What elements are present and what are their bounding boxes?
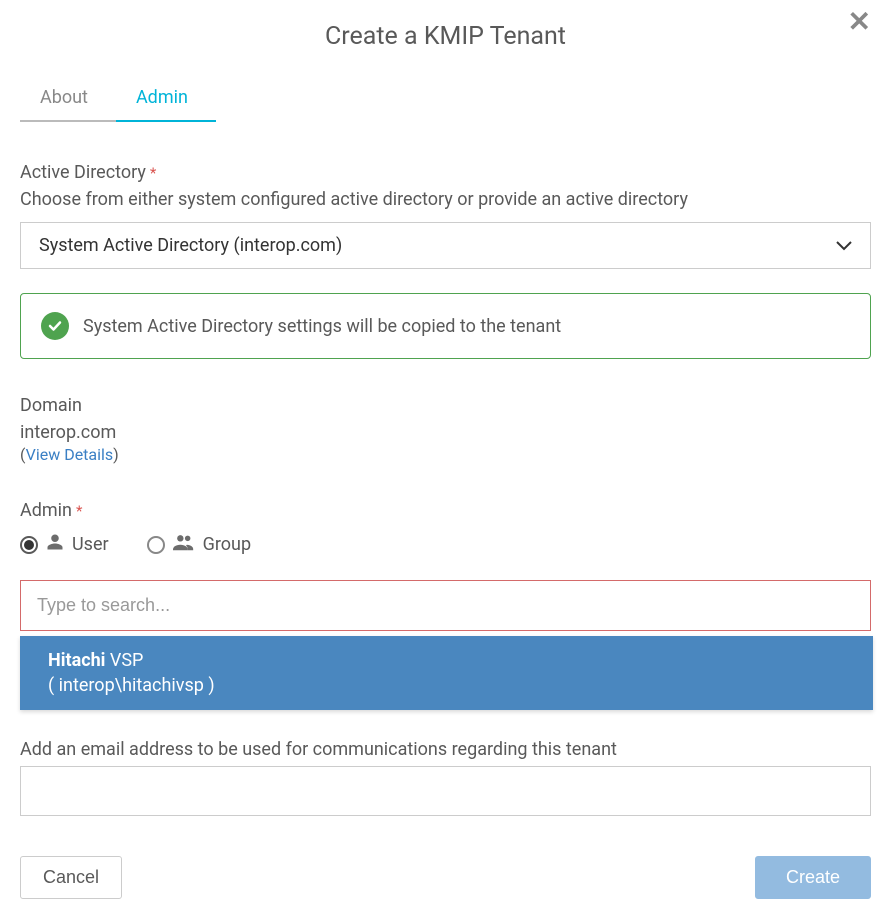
email-section: Add an email address to be used for comm… xyxy=(20,739,871,856)
user-icon xyxy=(46,533,64,556)
radio-user-outer xyxy=(20,536,38,554)
radio-group-label: Group xyxy=(203,534,251,555)
active-directory-label: Active Directory * xyxy=(20,162,871,183)
active-directory-selected: System Active Directory (interop.com) xyxy=(39,235,342,256)
radio-group-outer xyxy=(147,536,165,554)
admin-search-input[interactable] xyxy=(20,580,871,631)
email-input[interactable] xyxy=(20,766,871,816)
suggestion-path: ( interop\hitachivsp ) xyxy=(48,675,845,696)
dialog-title: Create a KMIP Tenant xyxy=(20,22,871,51)
dialog-footer: Cancel Create xyxy=(20,856,871,899)
admin-label-text: Admin xyxy=(20,500,72,521)
domain-value: interop.com xyxy=(20,422,871,443)
domain-label: Domain xyxy=(20,395,871,416)
ad-info-text: System Active Directory settings will be… xyxy=(83,316,561,337)
check-circle-icon xyxy=(41,312,69,340)
suggestion-name: Hitachi VSP xyxy=(48,650,845,671)
email-helper: Add an email address to be used for comm… xyxy=(20,739,871,760)
radio-user[interactable]: User xyxy=(20,533,109,556)
admin-section: Admin * User Group Hitachi VSP ( interop… xyxy=(20,500,871,739)
required-asterisk: * xyxy=(150,164,156,182)
active-directory-label-text: Active Directory xyxy=(20,162,146,183)
ad-info-banner: System Active Directory settings will be… xyxy=(20,293,871,359)
required-asterisk: * xyxy=(76,502,82,520)
cancel-button[interactable]: Cancel xyxy=(20,856,122,899)
radio-group[interactable]: Group xyxy=(147,533,251,556)
dialog-header: Create a KMIP Tenant ✕ xyxy=(20,10,871,77)
radio-user-inner xyxy=(24,540,34,550)
active-directory-select[interactable]: System Active Directory (interop.com) xyxy=(20,222,871,269)
create-button[interactable]: Create xyxy=(755,856,871,899)
tab-about[interactable]: About xyxy=(20,77,116,122)
suggestion-name-match: Hitachi xyxy=(48,650,105,671)
view-details-link[interactable]: View Details xyxy=(26,445,114,464)
admin-field-label: Admin * xyxy=(20,500,871,521)
active-directory-section: Active Directory * Choose from either sy… xyxy=(20,162,871,359)
active-directory-helper: Choose from either system configured act… xyxy=(20,189,871,210)
chevron-down-icon xyxy=(836,236,852,255)
radio-user-label: User xyxy=(72,534,109,555)
close-icon[interactable]: ✕ xyxy=(848,8,871,36)
admin-suggestion-item[interactable]: Hitachi VSP ( interop\hitachivsp ) xyxy=(20,636,873,710)
group-icon xyxy=(173,533,195,556)
tab-admin[interactable]: Admin xyxy=(116,77,216,122)
admin-type-radios: User Group xyxy=(20,533,871,556)
admin-search-wrapper: Hitachi VSP ( interop\hitachivsp ) xyxy=(20,580,871,631)
domain-section: Domain interop.com (View Details) xyxy=(20,395,871,464)
tab-bar: About Admin xyxy=(20,77,871,122)
view-details-wrapper: (View Details) xyxy=(20,445,871,464)
suggestion-name-rest: VSP xyxy=(105,650,143,671)
